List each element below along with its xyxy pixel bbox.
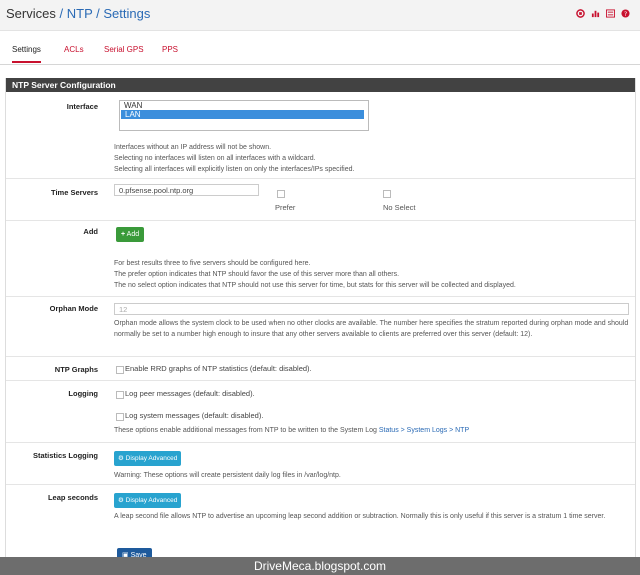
log-peer-label: Log peer messages (default: disabled). [125,389,255,398]
leap-seconds-label: Leap seconds [47,493,98,502]
log-system-checkbox[interactable] [116,413,124,421]
watermark-text: DriveMeca.blogspot.com [253,559,387,573]
time-servers-label: Time Servers [51,188,98,197]
stats-display-advanced-button[interactable]: ⚙ Display Advanced [114,451,182,466]
leap-display-advanced-button[interactable]: ⚙ Display Advanced [114,493,182,508]
leap-help: A leap second file allows NTP to adverti… [114,513,606,520]
watermark-bar: DriveMeca.blogspot.com [0,557,640,575]
add-help-line: The prefer option indicates that NTP sho… [114,271,400,278]
breadcrumb-ntp-link[interactable]: NTP [67,6,93,21]
ntp-config-panel: NTP Server Configuration Interface WAN L… [5,78,636,558]
page-header: Services / NTP / Settings ? [0,0,640,31]
add-help-line: For best results three to five servers s… [114,260,311,267]
interface-help: Interfaces without an IP address will no… [114,142,629,175]
logging-help: These options enable additional messages… [114,425,629,436]
breadcrumb-settings-link[interactable]: Settings [103,6,150,21]
add-help-line: The no select option indicates that NTP … [114,282,516,289]
add-label: Add [83,227,98,236]
plus-icon: + [121,231,126,238]
breadcrumb-separator: / [59,6,64,21]
prefer-checkbox[interactable] [277,190,285,198]
prefer-label: Prefer [275,203,296,212]
logging-label: Logging [68,389,98,398]
help-icon[interactable]: ? [621,9,630,18]
interface-help-line: Selecting all interfaces will explicitly… [114,166,355,173]
gear-icon: ⚙ [118,455,124,462]
rrd-graphs-label: Enable RRD graphs of NTP statistics (def… [125,364,312,373]
time-server-input[interactable]: 0.pfsense.pool.ntp.org [114,184,259,196]
interface-option-wan[interactable]: WAN [120,101,368,110]
logging-help-text: These options enable additional messages… [114,427,379,434]
breadcrumb-services: Services [6,6,56,21]
panel-title: NTP Server Configuration [6,78,635,92]
list-icon[interactable] [606,9,615,18]
statistics-logging-label: Statistics Logging [32,451,98,460]
stop-icon[interactable] [576,9,585,18]
rrd-graphs-checkbox[interactable] [116,366,124,374]
noselect-label: No Select [383,203,416,212]
log-peer-checkbox[interactable] [116,391,124,399]
orphan-help: Orphan mode allows the system clock to b… [114,320,629,338]
interface-select[interactable]: WAN LAN [119,100,369,131]
add-button-label: Add [126,231,140,238]
orphan-mode-input[interactable]: 12 [114,303,629,315]
leap-button-label: Display Advanced [125,497,178,504]
graphs-row [6,356,635,381]
time-servers-row [6,178,635,219]
tab-serial-gps[interactable]: Serial GPS [104,45,144,54]
interface-help-line: Interfaces without an IP address will no… [114,144,272,151]
breadcrumb-separator: / [96,6,100,21]
log-system-label: Log system messages (default: disabled). [125,411,264,420]
tab-settings[interactable]: Settings [12,45,41,63]
interface-help-line: Selecting no interfaces will listen on a… [114,155,316,162]
noselect-checkbox[interactable] [383,190,391,198]
add-server-button[interactable]: + Add [116,227,145,242]
interface-label: Interface [66,102,98,111]
leap-row [6,484,635,535]
orphan-mode-label: Orphan Mode [49,304,98,313]
interface-option-lan[interactable]: LAN [121,110,364,119]
gear-icon: ⚙ [118,497,124,504]
add-help: For best results three to five servers s… [114,258,629,291]
svg-text:?: ? [624,11,627,18]
stats-help: Warning: These options will create persi… [114,472,341,479]
tab-acls[interactable]: ACLs [64,45,84,54]
ntp-graphs-label: NTP Graphs [54,365,98,374]
tab-bar: Settings ACLs Serial GPS PPS [0,38,640,65]
system-logs-link[interactable]: Status > System Logs > NTP [379,427,469,434]
breadcrumb: Services / NTP / Settings [6,6,150,21]
tab-pps[interactable]: PPS [162,45,178,54]
stats-button-label: Display Advanced [125,455,178,462]
chart-icon[interactable] [591,9,600,18]
